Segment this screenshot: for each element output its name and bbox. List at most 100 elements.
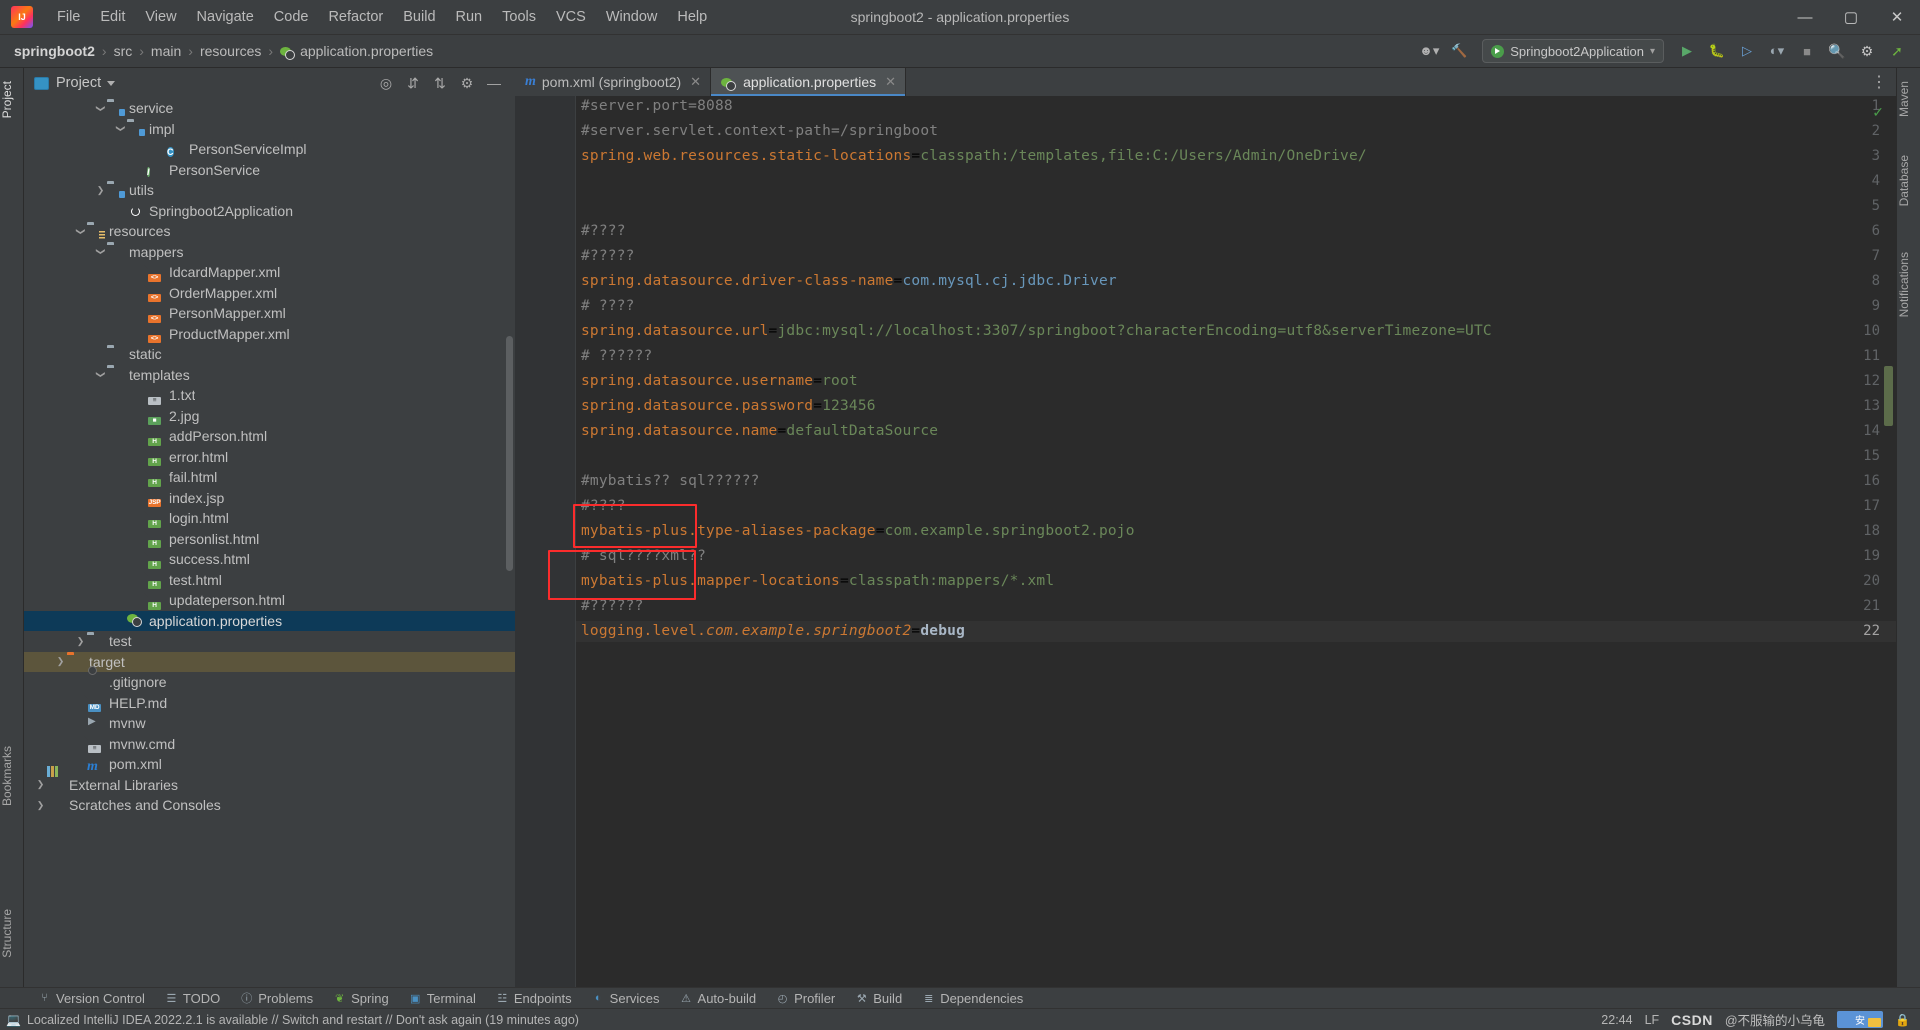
menu-run[interactable]: Run [446,5,493,29]
tree-node-fail-html[interactable]: Hfail.html [24,467,515,488]
breadcrumb-item-main[interactable]: main [151,43,181,59]
chevron-right-icon[interactable]: ❯ [74,636,87,646]
status-message[interactable]: Localized IntelliJ IDEA 2022.2.1 is avai… [27,1013,579,1027]
tool-window-endpoints[interactable]: ☳ Endpoints [486,990,582,1007]
project-tree[interactable]: ❯ service ❯ impl C PersonServiceImpl I Person… [24,98,515,987]
maximize-button[interactable]: ▢ [1828,0,1874,34]
chevron-down-icon[interactable]: ❯ [76,225,86,238]
close-button[interactable]: ✕ [1874,0,1920,34]
tree-node-personserviceimpl[interactable]: C PersonServiceImpl [24,139,515,160]
tree-node-personmapper-xml[interactable]: <> PersonMapper.xml [24,303,515,324]
expand-all-icon[interactable]: ⇵ [404,75,422,92]
stop-icon[interactable]: ■ [1794,39,1820,63]
menu-help[interactable]: Help [667,5,717,29]
run-icon[interactable]: ▶ [1674,39,1700,63]
tree-node-1-txt[interactable]: ≡ 1.txt [24,385,515,406]
tree-node-ordermapper-xml[interactable]: <> OrderMapper.xml [24,283,515,304]
tool-window-terminal[interactable]: ▣ Terminal [399,990,486,1007]
tree-node-external-libraries[interactable]: ❯ External Libraries [24,775,515,796]
tree-node-resources[interactable]: ❯ resources [24,221,515,242]
chevron-down-icon[interactable]: ❯ [96,245,106,258]
tool-window-problems[interactable]: ⓘ Problems [230,989,323,1007]
tool-window-services[interactable]: ◐ Services [582,990,670,1007]
sidebar-tab-structure[interactable]: Structure [0,900,24,967]
tree-node-mvnw[interactable]: mvnw [24,713,515,734]
close-icon[interactable]: ✕ [690,74,701,90]
breadcrumb-item-resources[interactable]: resources [200,43,261,59]
menu-vcs[interactable]: VCS [546,5,596,29]
tree-node-login-html[interactable]: Hlogin.html [24,508,515,529]
breadcrumb-item-springboot2[interactable]: springboot2 [14,43,95,59]
menu-tools[interactable]: Tools [492,5,546,29]
tree-node-updateperson-html[interactable]: Hupdateperson.html [24,590,515,611]
chevron-right-icon[interactable]: ❯ [94,185,107,195]
run-with-coverage-icon[interactable]: ▷ [1734,39,1760,63]
tool-window-dependencies[interactable]: ≣ Dependencies [912,990,1033,1007]
tree-node-target[interactable]: ❯ target [24,651,515,672]
menu-code[interactable]: Code [264,5,319,29]
tool-window-spring[interactable]: ❦ Spring [323,990,399,1007]
chevron-down-icon[interactable] [107,80,116,86]
tree-node-service[interactable]: ❯ service [24,98,515,119]
sidebar-tab-database[interactable]: Database [1897,146,1920,215]
menu-window[interactable]: Window [596,5,668,29]
tree-node-help-md[interactable]: MD HELP.md [24,693,515,714]
updates-icon[interactable]: ➚ [1884,39,1910,63]
chevron-right-icon[interactable]: ❯ [34,800,47,810]
menu-navigate[interactable]: Navigate [187,5,264,29]
sidebar-tab-bookmarks[interactable]: Bookmarks [0,737,24,815]
tree-node-productmapper-xml[interactable]: <> ProductMapper.xml [24,324,515,345]
editor-scrollbar[interactable] [1884,366,1893,426]
menu-file[interactable]: File [47,5,90,29]
code-editor[interactable]: #server.port=8088 #server.servlet.context… [515,96,1896,987]
more-options-icon[interactable]: ⋮ [1871,72,1888,92]
tree-node-impl[interactable]: ❯ impl [24,119,515,140]
tree-node-templates[interactable]: ❯ templates [24,365,515,386]
chevron-down-icon[interactable]: ❯ [116,122,126,135]
menu-view[interactable]: View [135,5,186,29]
run-configuration-selector[interactable]: Springboot2Application ▾ [1482,39,1664,63]
menu-edit[interactable]: Edit [90,5,135,29]
tree-node-springboot2application[interactable]: Springboot2Application [24,201,515,222]
tree-node-error-html[interactable]: Herror.html [24,447,515,468]
sidebar-tab-notifications[interactable]: Notifications [1897,243,1920,326]
breadcrumb-item-application-properties[interactable]: application.properties [280,43,433,60]
menu-build[interactable]: Build [393,5,445,29]
tree-node-static[interactable]: static [24,344,515,365]
close-icon[interactable]: ✕ [885,74,896,90]
chevron-down-icon[interactable]: ❯ [96,368,106,381]
tree-node-scratches-and-consoles[interactable]: ❯ Scratches and Consoles [24,795,515,816]
editor-tab-application-properties[interactable]: application.properties ✕ [711,68,907,96]
user-account-icon[interactable]: ☻▾ [1416,39,1442,63]
chevron-right-icon[interactable]: ❯ [54,657,67,666]
sidebar-tab-project[interactable]: Project [0,72,24,127]
tree-node-mvnw-cmd[interactable]: ≡ mvnw.cmd [24,734,515,755]
read-only-lock-icon[interactable]: 🔒 [1895,1013,1910,1027]
project-tree-scrollbar[interactable] [506,336,513,571]
tree-node-utils[interactable]: ❯ utils [24,180,515,201]
breadcrumb-item-src[interactable]: src [114,43,133,59]
tree-node-mappers[interactable]: ❯ mappers [24,242,515,263]
tree-node-addperson-html[interactable]: HaddPerson.html [24,426,515,447]
tool-window-build[interactable]: ⚒ Build [845,990,912,1007]
sidebar-tab-maven[interactable]: Maven [1897,72,1920,126]
tool-window-version-control[interactable]: ⑂ Version Control [28,990,155,1007]
collapse-all-icon[interactable]: ⇅ [431,75,449,92]
minimize-button[interactable]: — [1782,0,1828,34]
gear-icon[interactable]: ⚙ [458,75,476,92]
tree-node-application-properties[interactable]: application.properties [24,610,515,631]
tree-node-pom-xml[interactable]: m pom.xml [24,754,515,775]
tree-node-success-html[interactable]: Hsuccess.html [24,549,515,570]
build-hammer-icon[interactable]: 🔨 [1446,39,1472,63]
chevron-right-icon[interactable]: ❯ [34,780,47,789]
menu-refactor[interactable]: Refactor [318,5,393,29]
tree-node-test-html[interactable]: Htest.html [24,570,515,591]
debug-icon[interactable]: 🐛 [1704,39,1730,63]
tree-node-personservice[interactable]: I PersonService [24,160,515,181]
hide-panel-icon[interactable]: — [485,75,503,91]
tool-window-auto-build[interactable]: ⚠ Auto-build [670,990,767,1007]
tool-window-todo[interactable]: ☰ TODO [155,990,230,1007]
editor-tab-pom-xml--springboot2-[interactable]: m pom.xml (springboot2) ✕ [515,68,712,96]
select-opened-file-icon[interactable]: ◎ [377,75,395,92]
editor-fold-gutter[interactable] [567,96,576,987]
